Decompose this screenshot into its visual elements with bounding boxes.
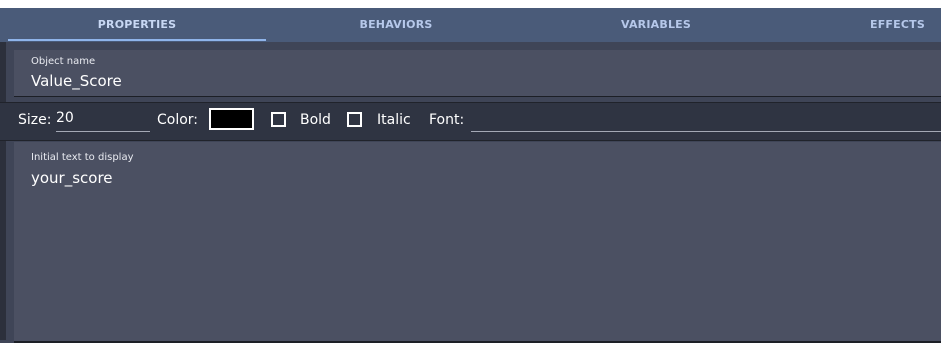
color-label: Color:	[157, 112, 199, 128]
initial-text-label: Initial text to display	[31, 152, 134, 163]
tab-effects[interactable]: EFFECTS	[870, 8, 941, 42]
object-name-input[interactable]: Value_Score	[31, 72, 122, 90]
tab-behaviors[interactable]: BEHAVIORS	[266, 8, 526, 42]
size-label: Size:	[18, 112, 52, 128]
tab-bar: PROPERTIES BEHAVIORS VARIABLES EFFECTS	[0, 8, 941, 42]
bold-checkbox[interactable]	[271, 112, 286, 127]
active-tab-indicator	[8, 39, 266, 41]
object-name-label: Object name	[31, 56, 96, 67]
bold-label: Bold	[300, 112, 331, 128]
object-name-field[interactable]	[14, 50, 941, 97]
tab-variables[interactable]: VARIABLES	[526, 8, 786, 42]
font-label: Font:	[429, 112, 465, 128]
bottom-edge	[0, 343, 941, 347]
initial-text-input[interactable]: your_score	[31, 169, 113, 187]
initial-text-area[interactable]	[14, 142, 941, 341]
top-edge	[0, 0, 941, 8]
object-name-underline	[14, 96, 941, 97]
panel-left-edge	[0, 42, 6, 340]
size-input-underline	[56, 131, 150, 132]
color-swatch[interactable]	[209, 108, 254, 130]
italic-checkbox[interactable]	[347, 112, 362, 127]
size-input[interactable]: 20	[56, 110, 150, 130]
italic-label: Italic	[377, 112, 411, 128]
font-input-underline	[471, 131, 941, 132]
tab-properties[interactable]: PROPERTIES	[8, 8, 266, 42]
